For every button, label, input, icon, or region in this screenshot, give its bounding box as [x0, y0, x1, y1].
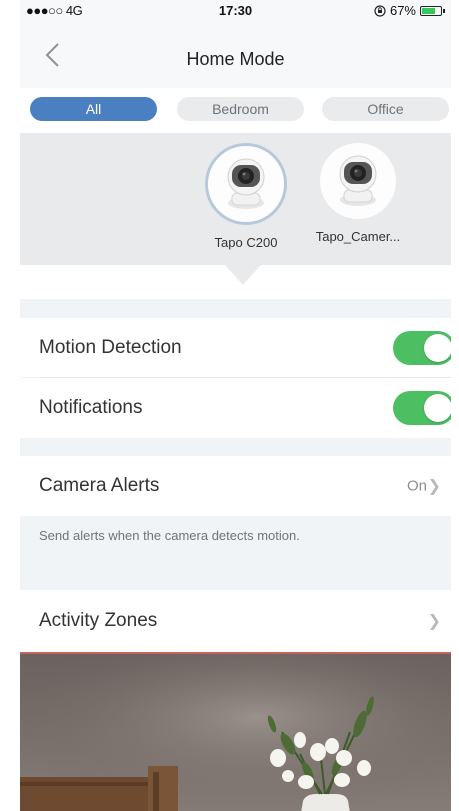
tab-bedroom[interactable]: Bedroom: [177, 97, 304, 121]
notifications-row: Notifications: [20, 378, 451, 438]
motion-detection-label: Motion Detection: [39, 336, 182, 358]
room-tabs: All Bedroom Office: [20, 88, 451, 133]
rotation-lock-icon: [374, 4, 386, 17]
right-margin: [451, 0, 459, 811]
selection-pointer: [225, 265, 261, 285]
status-bar: ●●●○○ 4G 17:30 67%: [20, 0, 451, 20]
flower-vase-image: [20, 654, 451, 811]
selection-pointer-area: [20, 265, 451, 299]
notifications-label: Notifications: [39, 397, 143, 418]
nav-header: Home Mode: [20, 20, 451, 88]
activity-zones-row[interactable]: Activity Zones ❯: [20, 590, 451, 652]
camera-icon: [227, 158, 265, 209]
camera-name: Tapo C200: [214, 235, 278, 250]
tab-office[interactable]: Office: [322, 97, 449, 121]
notifications-toggle[interactable]: [393, 391, 451, 425]
camera-avatar: [320, 143, 396, 219]
camera-name: Tapo_Camer...: [315, 229, 401, 244]
camera-alerts-value: On: [406, 477, 427, 495]
toggle-knob: [424, 333, 451, 362]
camera-item-tapo-camera[interactable]: Tapo_Camer...: [308, 143, 408, 244]
camera-avatar: [205, 143, 287, 225]
battery-icon: [420, 5, 442, 16]
chevron-right-icon: ❯: [427, 478, 441, 495]
camera-alerts-row[interactable]: Camera Alerts On ❯: [20, 456, 451, 516]
chevron-right-icon: ❯: [427, 613, 441, 630]
motion-detection-toggle[interactable]: [393, 330, 451, 365]
camera-item-tapo-c200[interactable]: Tapo C200: [196, 143, 296, 250]
battery-percent: 67%: [389, 3, 416, 18]
phone-screen: ●●●○○ 4G 17:30 67% Home Mode All Bedroom…: [20, 0, 451, 811]
camera-alerts-label: Camera Alerts: [39, 475, 160, 496]
page-title: Home Mode: [186, 49, 285, 69]
tab-all[interactable]: All: [30, 97, 157, 121]
camera-strip: Tapo C200 Tapo_Camer...: [20, 133, 451, 265]
status-right-group: 67%: [374, 3, 445, 18]
left-margin: [0, 0, 20, 811]
motion-detection-row: Motion Detection: [20, 318, 451, 377]
toggle-knob: [424, 394, 451, 422]
battery-tip: [443, 8, 445, 13]
room-photo: [20, 652, 451, 811]
camera-alerts-hint: Send alerts when the camera detects moti…: [39, 528, 300, 543]
activity-zones-label: Activity Zones: [39, 610, 158, 631]
camera-icon: [339, 155, 377, 206]
